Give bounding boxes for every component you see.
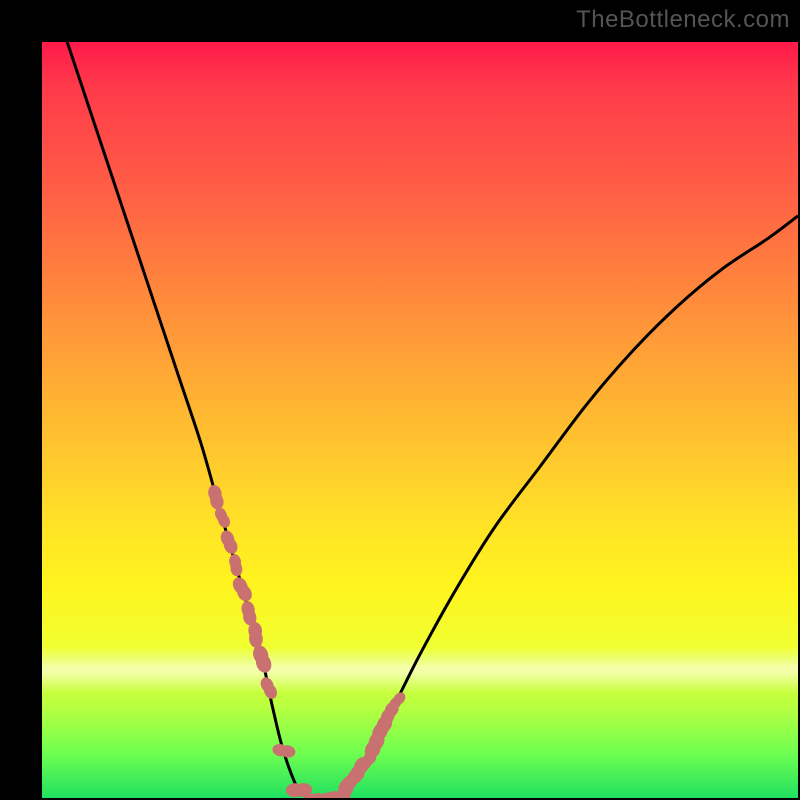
watermark-text: TheBottleneck.com	[576, 6, 790, 34]
data-markers	[206, 484, 407, 798]
data-marker	[228, 553, 244, 577]
data-marker	[258, 675, 279, 701]
bottleneck-curve	[65, 42, 798, 798]
data-marker	[248, 621, 264, 648]
plot-area	[42, 42, 798, 798]
data-marker	[251, 643, 274, 674]
chart-stage: TheBottleneck.com	[0, 0, 800, 800]
data-marker	[206, 484, 225, 511]
curve-svg	[42, 42, 798, 798]
data-marker	[230, 575, 255, 604]
data-marker	[213, 506, 233, 530]
data-marker	[272, 743, 297, 759]
data-marker	[218, 528, 240, 556]
